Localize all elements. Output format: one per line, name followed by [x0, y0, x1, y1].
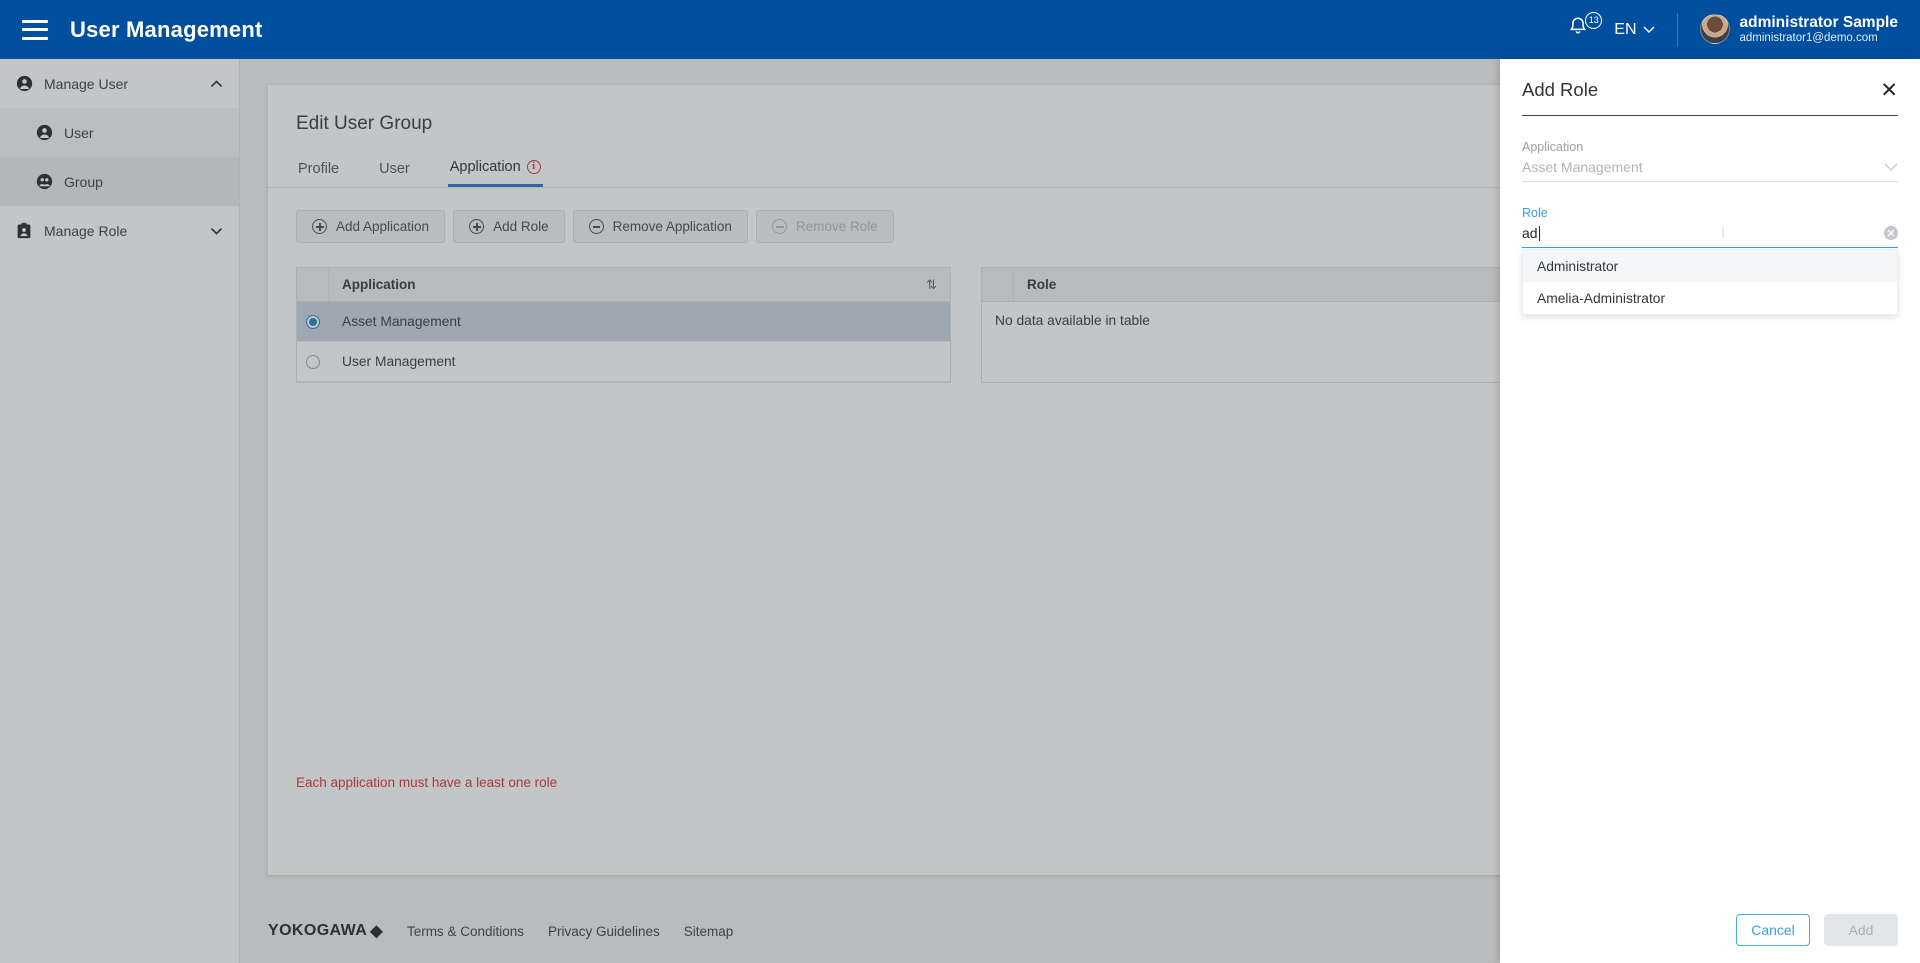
role-input-value: ad [1522, 225, 1538, 241]
user-account-menu[interactable]: administrator Sample administrator1@demo… [1699, 13, 1920, 46]
text-caret [1538, 226, 1540, 241]
role-field-label: Role [1522, 206, 1548, 220]
ibeam-cursor-icon: I [1721, 224, 1725, 240]
language-selector[interactable]: EN [1614, 21, 1654, 39]
cancel-button[interactable]: Cancel [1736, 914, 1810, 946]
user-name: administrator Sample [1739, 13, 1899, 31]
panel-divider [1522, 115, 1898, 116]
dropdown-option-amelia-administrator[interactable]: Amelia-Administrator [1523, 282, 1897, 314]
add-role-panel: Add Role ✕ Application Asset Management … [1500, 59, 1920, 963]
header-right-group: 13 EN administrator Sample administrator… [1566, 0, 1920, 59]
dropdown-option-label: Administrator [1537, 258, 1619, 274]
role-suggestions-dropdown: Administrator Amelia-Administrator [1522, 249, 1898, 315]
role-search-input[interactable]: ad I [1522, 224, 1884, 241]
avatar [1699, 14, 1730, 45]
application-select-value: Asset Management [1522, 159, 1643, 175]
panel-header: Add Role ✕ [1500, 59, 1920, 101]
app-root: User Management 13 EN administrator Samp… [0, 0, 1920, 963]
panel-title: Add Role [1522, 79, 1599, 100]
modal-backdrop[interactable] [0, 59, 1500, 963]
close-icon[interactable]: ✕ [1880, 80, 1898, 101]
language-label: EN [1614, 20, 1637, 38]
role-input-row[interactable]: ad I [1522, 224, 1898, 248]
clear-input-button[interactable] [1884, 226, 1898, 240]
application-select: Asset Management [1522, 159, 1898, 182]
header-divider [1676, 12, 1678, 47]
panel-footer-actions: Cancel Add [1500, 897, 1920, 963]
application-field-label: Application [1522, 140, 1584, 154]
dropdown-option-administrator[interactable]: Administrator [1523, 250, 1897, 282]
chevron-down-icon [1643, 26, 1654, 33]
application-field: Application Asset Management [1522, 140, 1898, 182]
hamburger-menu-icon[interactable] [22, 19, 48, 40]
dropdown-option-label: Amelia-Administrator [1537, 290, 1666, 306]
add-button: Add [1824, 914, 1898, 946]
top-header-bar: User Management 13 EN administrator Samp… [0, 0, 1920, 59]
app-title: User Management [70, 16, 263, 42]
notification-count-badge: 13 [1585, 11, 1603, 29]
user-email: administrator1@demo.com [1739, 31, 1878, 44]
chevron-down-icon [1884, 160, 1898, 175]
notifications-button[interactable]: 13 [1566, 11, 1603, 45]
role-field: Role ad I [1522, 206, 1898, 248]
